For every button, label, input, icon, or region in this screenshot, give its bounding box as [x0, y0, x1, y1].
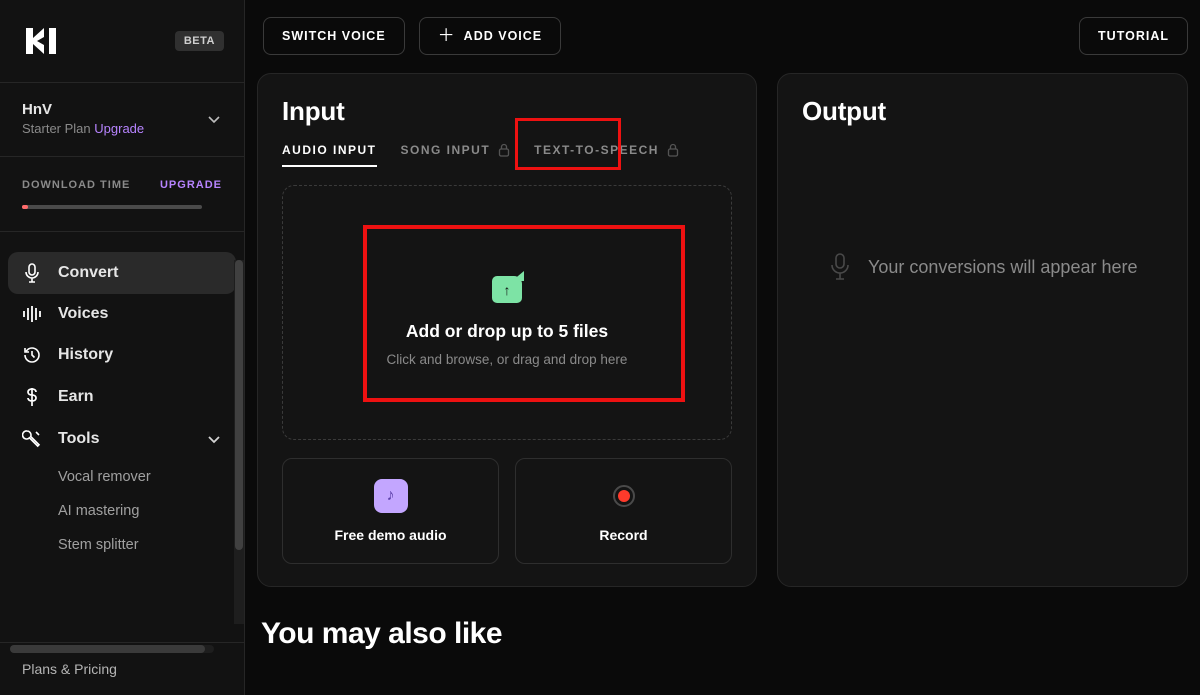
- chevron-down-icon: [206, 431, 222, 447]
- account-name: HnV: [22, 101, 144, 118]
- plans-pricing-link[interactable]: Plans & Pricing: [22, 661, 222, 677]
- microphone-icon: [828, 253, 852, 281]
- also-like-heading: You may also like: [261, 617, 1188, 651]
- output-empty-text: Your conversions will appear here: [868, 257, 1138, 278]
- tools-icon: [22, 429, 42, 449]
- account-plan: Starter Plan Upgrade: [22, 121, 144, 136]
- lock-icon: [667, 143, 679, 157]
- microphone-icon: [22, 263, 42, 283]
- input-panel: Input AUDIO INPUT SONG INPUT TEXT-TO-SPE…: [257, 73, 757, 587]
- nav-earn[interactable]: Earn: [8, 376, 236, 418]
- highlight-annotation: [363, 225, 685, 402]
- file-drop-zone[interactable]: ↑ Add or drop up to 5 files Click and br…: [282, 185, 732, 440]
- beta-badge: BETA: [175, 31, 224, 51]
- sidebar: BETA HnV Starter Plan Upgrade DOWNLOAD T…: [0, 0, 245, 695]
- waveform-icon: [22, 305, 42, 323]
- nav-ai-mastering[interactable]: AI mastering: [8, 494, 236, 528]
- download-time-label: DOWNLOAD TIME: [22, 179, 130, 191]
- drop-subtitle: Click and browse, or drag and drop here: [387, 352, 628, 367]
- you-may-also-like: You may also like: [257, 587, 1188, 651]
- upload-folder-icon: ↑: [492, 276, 522, 303]
- upgrade-link[interactable]: Upgrade: [94, 121, 144, 136]
- nav-earn-label: Earn: [58, 388, 94, 406]
- history-icon: [22, 345, 42, 365]
- nav-vocal-remover[interactable]: Vocal remover: [8, 460, 236, 494]
- output-panel: Output Your conversions will appear here: [777, 73, 1188, 587]
- sidebar-header: BETA: [0, 0, 244, 83]
- nav-stem-splitter[interactable]: Stem splitter: [8, 528, 236, 562]
- nav-history-label: History: [58, 346, 113, 364]
- sidebar-scrollbar[interactable]: [234, 260, 244, 624]
- record-button[interactable]: Record: [515, 458, 732, 564]
- tab-song-input[interactable]: SONG INPUT: [401, 143, 511, 167]
- switch-voice-button[interactable]: SWITCH VOICE: [263, 17, 405, 55]
- chevron-down-icon: [206, 111, 222, 127]
- dollar-icon: [22, 387, 42, 407]
- tab-text-to-speech[interactable]: TEXT-TO-SPEECH: [534, 143, 679, 167]
- nav-tools[interactable]: Tools: [8, 418, 236, 460]
- account-section[interactable]: HnV Starter Plan Upgrade: [0, 83, 244, 157]
- music-note-icon: ♪: [374, 479, 408, 513]
- download-time-section: DOWNLOAD TIME UPGRADE: [0, 157, 244, 232]
- sidebar-nav: Convert Voices History Earn Tools: [0, 232, 244, 642]
- top-toolbar: SWITCH VOICE ＋ ADD VOICE TUTORIAL: [257, 5, 1188, 73]
- drop-title: Add or drop up to 5 files: [406, 321, 608, 342]
- nav-tools-label: Tools: [58, 430, 99, 448]
- output-heading: Output: [802, 96, 1163, 127]
- input-tabs: AUDIO INPUT SONG INPUT TEXT-TO-SPEECH: [282, 143, 732, 167]
- app-logo[interactable]: [24, 26, 58, 56]
- tab-audio-input[interactable]: AUDIO INPUT: [282, 143, 377, 167]
- add-voice-button[interactable]: ＋ ADD VOICE: [419, 17, 561, 55]
- nav-history[interactable]: History: [8, 334, 236, 376]
- main-area: SWITCH VOICE ＋ ADD VOICE TUTORIAL Input …: [245, 0, 1200, 695]
- nav-voices[interactable]: Voices: [8, 294, 236, 334]
- download-progress-bar: [22, 205, 202, 209]
- nav-convert-label: Convert: [58, 264, 118, 282]
- tutorial-button[interactable]: TUTORIAL: [1079, 17, 1188, 55]
- download-upgrade-link[interactable]: UPGRADE: [160, 179, 222, 191]
- nav-convert[interactable]: Convert: [8, 252, 236, 294]
- lock-icon: [498, 143, 510, 157]
- nav-voices-label: Voices: [58, 305, 108, 323]
- sidebar-hscroll[interactable]: [10, 645, 214, 653]
- record-icon: [607, 479, 641, 513]
- input-heading: Input: [282, 96, 732, 127]
- demo-audio-button[interactable]: ♪ Free demo audio: [282, 458, 499, 564]
